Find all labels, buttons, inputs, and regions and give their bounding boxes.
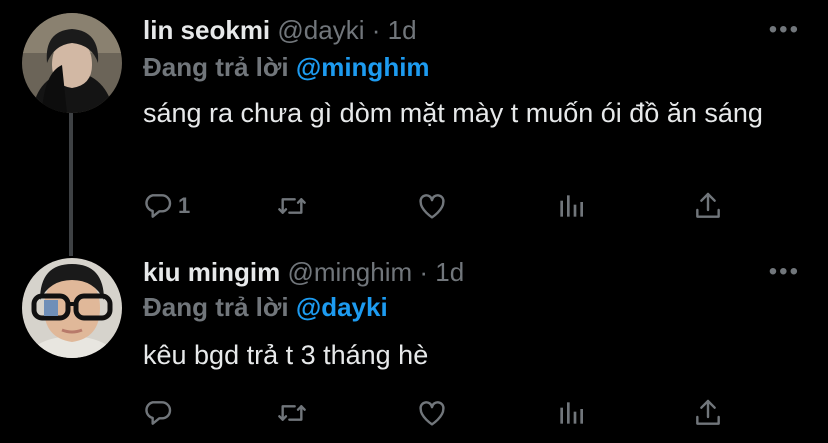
display-name[interactable]: lin seokmi [143, 15, 270, 45]
reply-button[interactable] [142, 393, 178, 433]
avatar[interactable] [22, 258, 122, 358]
like-button[interactable] [416, 393, 448, 433]
tweet-header: lin seokmi @dayki · 1d [143, 12, 417, 48]
replying-to-line: Đang trả lời @dayki [143, 290, 388, 324]
reply-count: 1 [178, 193, 191, 218]
analytics-button[interactable] [555, 186, 587, 226]
display-name[interactable]: kiu mingim [143, 257, 280, 287]
retweet-icon [278, 198, 306, 214]
mention-link[interactable]: @dayki [296, 292, 388, 322]
tweet-1[interactable]: lin seokmi @dayki · 1d ••• Đang trả lời … [0, 0, 828, 250]
tweet-header: kiu mingim @minghim · 1d [143, 254, 464, 290]
user-handle[interactable]: @minghim [287, 257, 412, 287]
more-icon[interactable]: ••• [769, 18, 800, 42]
retweet-button[interactable] [276, 186, 308, 226]
tweet-actions [0, 393, 828, 433]
avatar[interactable] [22, 13, 122, 113]
reply-icon [145, 401, 172, 425]
separator-dot: · [419, 257, 429, 287]
mention-link[interactable]: @minghim [296, 52, 430, 82]
replying-to-label: Đang trả lời [143, 52, 289, 82]
analytics-icon [560, 195, 583, 217]
like-icon [419, 401, 445, 426]
like-button[interactable] [416, 186, 448, 226]
timestamp[interactable]: 1d [388, 15, 417, 45]
more-icon[interactable]: ••• [769, 260, 800, 284]
retweet-button[interactable] [276, 393, 308, 433]
share-button[interactable] [692, 186, 724, 226]
share-button[interactable] [692, 393, 724, 433]
tweet-text: kêu bgd trả t 3 tháng hè [143, 340, 429, 370]
tweet-actions: 1 [0, 186, 828, 226]
timestamp[interactable]: 1d [435, 257, 464, 287]
separator-dot: · [371, 15, 381, 45]
user-handle[interactable]: @dayki [277, 15, 364, 45]
share-icon [696, 399, 720, 425]
retweet-icon [278, 405, 306, 421]
analytics-icon [560, 402, 583, 424]
replying-to-label: Đang trả lời [143, 292, 289, 322]
analytics-button[interactable] [555, 393, 587, 433]
like-icon [419, 194, 445, 219]
reply-button[interactable]: 1 [142, 186, 190, 226]
replying-to-line: Đang trả lời @minghim [143, 50, 430, 84]
share-icon [696, 192, 720, 218]
tweet-2[interactable]: kiu mingim @minghim · 1d ••• Đang trả lờ… [0, 250, 828, 443]
tweet-text: sáng ra chưa gì dòm mặt mày t muốn ói đồ… [143, 98, 763, 128]
reply-icon [145, 194, 172, 218]
